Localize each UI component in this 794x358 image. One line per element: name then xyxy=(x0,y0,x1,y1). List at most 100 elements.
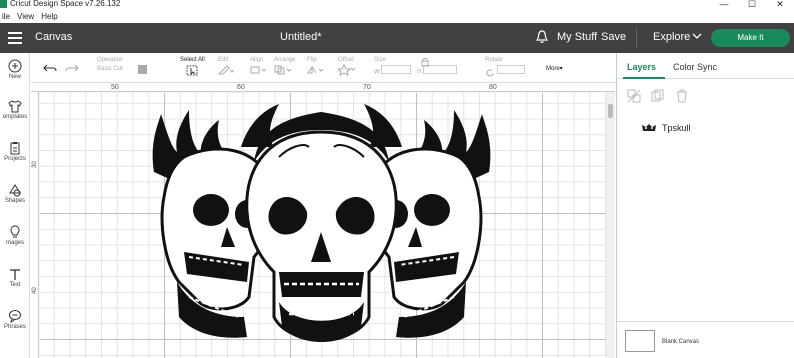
pencil-icon xyxy=(217,65,235,75)
duplicate-icon[interactable] xyxy=(651,89,665,103)
ungroup-icon[interactable] xyxy=(627,89,641,103)
offset-label: Offset xyxy=(338,57,354,63)
undo-icon[interactable] xyxy=(43,63,57,73)
canvas-label: Canvas xyxy=(35,31,73,43)
design-canvas[interactable]: 50 60 70 80 30 40 xyxy=(31,84,615,358)
plus-circle-icon xyxy=(8,59,22,73)
rail-new[interactable]: New xyxy=(0,59,30,80)
arrange-label: Arrange xyxy=(274,57,296,63)
blank-canvas-label: Blank Canvas xyxy=(662,339,700,345)
layer-tools xyxy=(627,89,689,103)
rotate-field[interactable] xyxy=(496,65,525,74)
active-tab-indicator xyxy=(623,77,665,79)
rail-images[interactable]: mages xyxy=(0,225,30,246)
rail-label-text: Text xyxy=(9,282,21,288)
rail-projects[interactable]: Projects xyxy=(0,141,30,162)
close-button[interactable]: ✕ xyxy=(766,0,794,11)
menu-file[interactable]: ile xyxy=(2,11,10,23)
select-all-button[interactable]: Select All xyxy=(180,57,205,78)
app-logo-icon xyxy=(0,0,7,8)
left-tool-rail: New emplates Projects Shapes mages Text … xyxy=(0,53,30,358)
rail-label-templates: emplates xyxy=(2,114,28,120)
shapes-icon xyxy=(9,184,21,197)
skull-artwork-image[interactable] xyxy=(149,102,494,358)
more-menu[interactable]: More▾ xyxy=(546,65,563,72)
edit-control[interactable]: Edit xyxy=(217,57,235,77)
flip-icon xyxy=(307,65,324,74)
header-divider xyxy=(636,28,637,48)
clipboard-icon xyxy=(10,142,20,155)
more-caret-icon: ▾ xyxy=(559,66,563,72)
rail-text[interactable]: Text xyxy=(0,267,30,288)
rail-phrases[interactable]: Phrases xyxy=(0,309,30,330)
bell-icon[interactable] xyxy=(536,30,548,44)
size-control[interactable]: Size W H xyxy=(374,57,458,76)
trash-icon[interactable] xyxy=(675,89,689,103)
maximize-button[interactable]: ☐ xyxy=(738,0,766,11)
lock-icon[interactable] xyxy=(421,57,429,67)
operation-color-swatch[interactable] xyxy=(138,65,148,74)
operation-label: Operation xyxy=(97,57,124,63)
menu-bar: ile View Help xyxy=(0,11,794,23)
select-all-icon xyxy=(186,65,198,76)
tab-color-sync[interactable]: Color Sync xyxy=(673,62,717,72)
vertical-scrollbar[interactable] xyxy=(606,92,615,358)
layers-panel: Layers Color Sync Tpskull Blank Canvas xyxy=(616,53,794,358)
panel-tabs: Layers Color Sync xyxy=(617,53,794,79)
width-prefix: W xyxy=(374,69,380,76)
blank-canvas-row[interactable]: Blank Canvas xyxy=(617,321,794,358)
top-ruler: 50 60 70 80 xyxy=(31,84,615,92)
edit-toolbar: Operation Basic Cut Select All Edit Alig… xyxy=(31,53,615,83)
hamburger-menu-icon[interactable] xyxy=(8,32,22,44)
rotate-control[interactable]: Rotate xyxy=(485,57,525,78)
lightbulb-icon xyxy=(10,225,20,238)
flip-label: Flip xyxy=(307,57,317,63)
app-header: Canvas Untitled* My Stuff Save Explore M… xyxy=(0,23,794,53)
minimize-button[interactable]: — xyxy=(710,0,738,11)
rail-label-phrases: Phrases xyxy=(3,324,26,330)
rotate-label: Rotate xyxy=(485,57,503,63)
document-title[interactable]: Untitled* xyxy=(280,31,322,43)
save-button[interactable]: Save xyxy=(601,31,626,43)
align-label: Align xyxy=(250,57,264,63)
size-label: Size xyxy=(374,57,386,63)
width-field[interactable] xyxy=(381,65,412,74)
explore-menu[interactable]: Explore xyxy=(653,31,690,43)
text-icon xyxy=(10,269,20,280)
rail-templates[interactable]: emplates xyxy=(0,99,30,120)
menu-help[interactable]: Help xyxy=(41,11,57,23)
menu-view[interactable]: View xyxy=(17,11,34,23)
ruler-mark: 80 xyxy=(489,84,497,91)
blank-canvas-swatch[interactable] xyxy=(625,330,655,352)
ruler-mark: 30 xyxy=(32,161,38,168)
layer-item[interactable]: Tpskull xyxy=(641,123,691,133)
scrollbar-thumb[interactable] xyxy=(608,104,613,118)
align-icon xyxy=(250,66,267,74)
my-stuff-link[interactable]: My Stuff xyxy=(557,31,597,43)
rail-label-projects: Projects xyxy=(4,156,26,162)
flip-control[interactable]: Flip xyxy=(307,57,325,77)
chevron-down-icon[interactable] xyxy=(692,32,702,40)
offset-control[interactable]: Offset xyxy=(336,57,358,78)
window-title-bar: Cricut Design Space v7.26.132 — ☐ ✕ xyxy=(0,0,794,11)
tab-layers[interactable]: Layers xyxy=(627,62,656,72)
rail-shapes[interactable]: Shapes xyxy=(0,183,30,204)
tshirt-icon xyxy=(8,100,22,113)
layer-name: Tpskull xyxy=(662,123,691,133)
redo-icon[interactable] xyxy=(65,63,79,73)
offset-icon xyxy=(336,63,356,76)
height-prefix: H xyxy=(417,69,422,76)
speech-bubble-icon xyxy=(9,310,21,323)
make-it-button[interactable]: Make It xyxy=(711,29,790,47)
layer-thumbnail-icon xyxy=(642,124,656,131)
arrange-control[interactable]: Arrange xyxy=(274,57,295,77)
ruler-mark: 70 xyxy=(363,84,371,91)
window-title: Cricut Design Space v7.26.132 xyxy=(10,0,121,8)
align-control[interactable]: Align xyxy=(250,57,268,77)
edit-label: Edit xyxy=(218,57,229,63)
select-all-label: Select All xyxy=(180,57,205,63)
operation-control[interactable]: Operation Basic Cut xyxy=(97,57,148,74)
ruler-mark: 50 xyxy=(111,84,119,91)
rotate-icon xyxy=(486,69,494,77)
left-ruler: 30 40 xyxy=(31,92,39,358)
